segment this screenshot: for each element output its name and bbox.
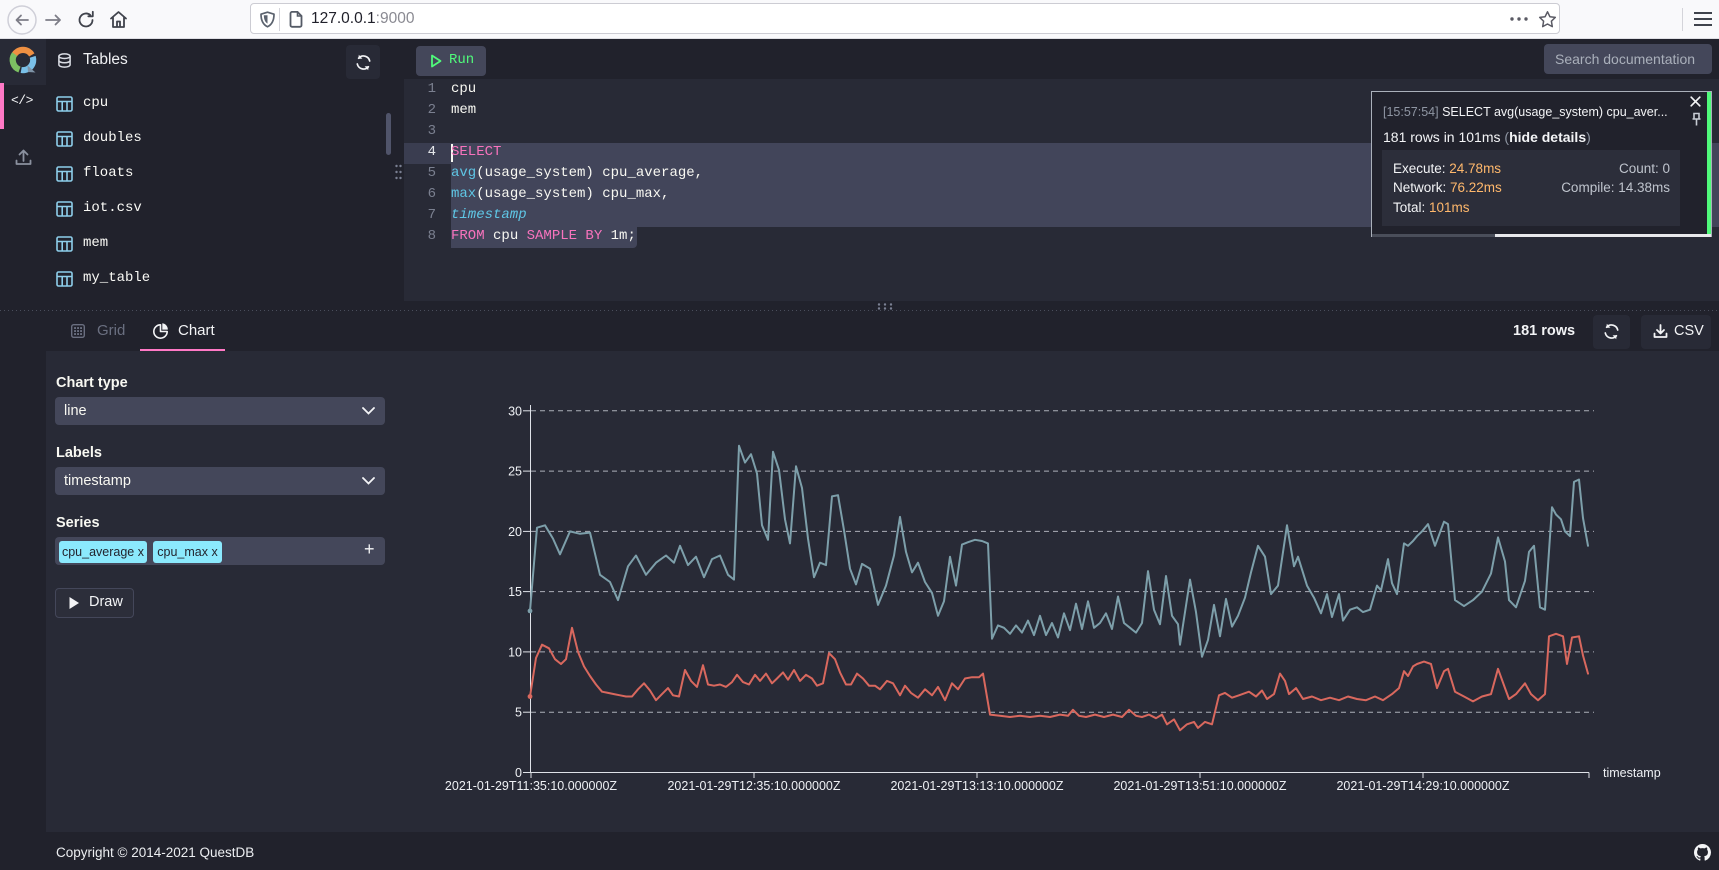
svg-text:10: 10 (508, 645, 522, 659)
svg-text:5: 5 (515, 706, 522, 720)
svg-text:30: 30 (508, 404, 522, 418)
svg-text:25: 25 (508, 465, 522, 479)
svg-text:0: 0 (515, 766, 522, 780)
svg-text:20: 20 (508, 525, 522, 539)
svg-text:15: 15 (508, 585, 522, 599)
svg-text:2021-01-29T14:29:10.000000Z: 2021-01-29T14:29:10.000000Z (1336, 779, 1509, 793)
svg-text:timestamp: timestamp (1603, 766, 1661, 780)
svg-text:2021-01-29T13:13:10.000000Z: 2021-01-29T13:13:10.000000Z (890, 779, 1063, 793)
svg-text:2021-01-29T12:35:10.000000Z: 2021-01-29T12:35:10.000000Z (667, 779, 840, 793)
svg-text:2021-01-29T13:51:10.000000Z: 2021-01-29T13:51:10.000000Z (1113, 779, 1286, 793)
svg-text:2021-01-29T11:35:10.000000Z: 2021-01-29T11:35:10.000000Z (445, 779, 617, 793)
